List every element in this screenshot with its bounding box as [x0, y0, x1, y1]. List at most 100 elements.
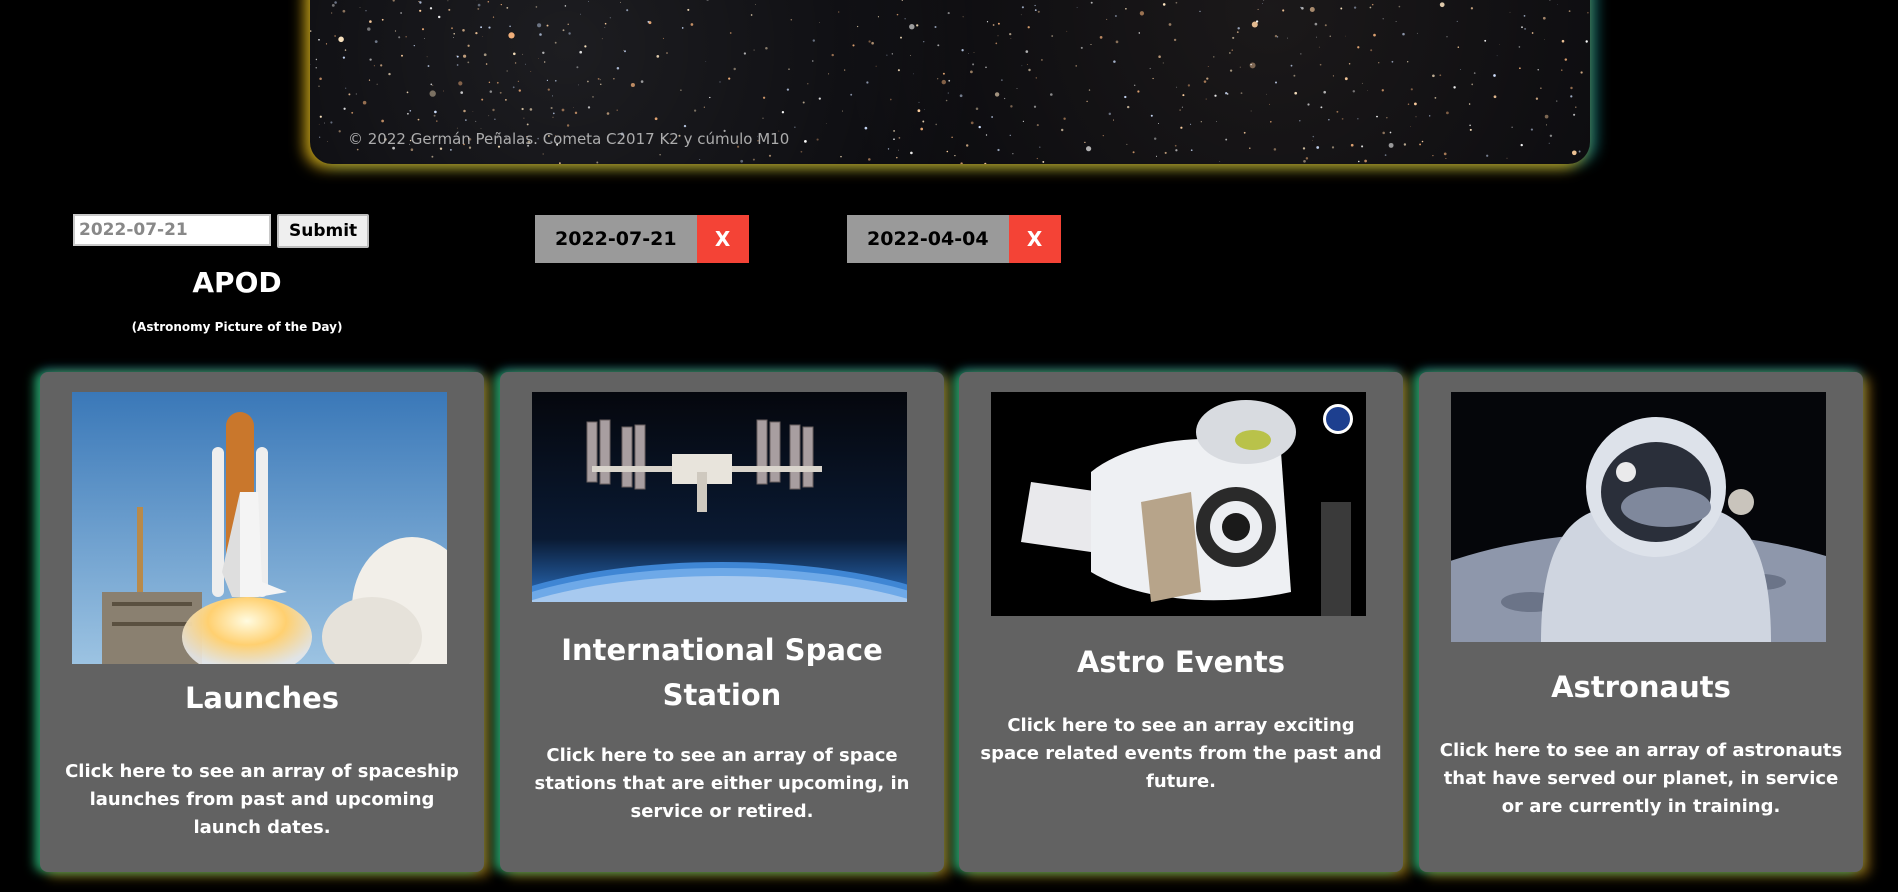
star — [802, 101, 805, 104]
star — [472, 110, 474, 112]
star — [1496, 55, 1498, 57]
star — [1499, 44, 1500, 45]
star — [995, 42, 998, 45]
card-astro-events[interactable]: Astro Events Click here to see an array … — [959, 372, 1403, 872]
star — [706, 0, 709, 1]
star — [1231, 49, 1233, 51]
star — [381, 18, 384, 21]
star — [765, 47, 768, 50]
star — [477, 3, 481, 7]
star — [1190, 149, 1193, 152]
star — [613, 78, 615, 80]
remove-date-button[interactable]: X — [1008, 215, 1061, 263]
star — [1229, 52, 1231, 54]
star — [1080, 46, 1083, 49]
star — [1300, 53, 1302, 55]
star — [1149, 67, 1151, 70]
star — [434, 110, 437, 114]
star — [1033, 105, 1037, 108]
star — [1386, 117, 1388, 119]
saved-date-label[interactable]: 2022-07-21 — [535, 215, 697, 263]
star — [522, 53, 524, 55]
star — [891, 53, 893, 55]
star — [568, 32, 571, 35]
saved-date-chip[interactable]: 2022-04-04 X — [847, 215, 1061, 263]
star — [488, 115, 490, 117]
card-astronauts[interactable]: Astronauts Click here to see an array of… — [1419, 372, 1863, 872]
star — [831, 53, 834, 57]
star — [463, 54, 467, 58]
star — [1137, 90, 1140, 93]
card-launches[interactable]: Launches Click here to see an array of s… — [40, 372, 484, 872]
saved-date-chip[interactable]: 2022-07-21 X — [535, 215, 749, 263]
star — [877, 16, 879, 18]
star — [937, 44, 940, 47]
star — [630, 82, 635, 88]
star — [599, 79, 601, 81]
star — [1523, 15, 1526, 17]
star — [456, 64, 459, 66]
date-input[interactable]: 2022-07-21 — [73, 214, 271, 246]
star — [866, 81, 869, 84]
star — [506, 7, 509, 9]
star — [1585, 40, 1588, 43]
star — [1537, 69, 1539, 71]
star — [1075, 65, 1077, 67]
submit-button[interactable]: Submit — [277, 214, 370, 248]
star — [1361, 82, 1363, 84]
star — [1361, 145, 1364, 148]
star — [841, 110, 844, 112]
star — [790, 19, 793, 21]
star — [1102, 134, 1104, 137]
star — [743, 52, 747, 55]
star — [1232, 36, 1235, 39]
star — [1468, 103, 1471, 105]
star — [922, 120, 925, 123]
star — [1257, 8, 1259, 10]
star — [343, 107, 346, 110]
star — [1114, 14, 1117, 18]
star — [1570, 95, 1573, 98]
star — [1364, 159, 1367, 163]
star — [1439, 74, 1442, 77]
star — [584, 45, 587, 48]
star — [973, 51, 975, 53]
saved-date-label[interactable]: 2022-04-04 — [847, 215, 1009, 263]
star — [530, 70, 532, 72]
star — [1051, 35, 1054, 37]
star — [687, 8, 690, 11]
star — [893, 138, 895, 141]
star — [1484, 39, 1487, 42]
star — [483, 53, 487, 57]
iss-image — [532, 392, 907, 602]
star — [1329, 35, 1331, 37]
star — [513, 52, 516, 56]
apod-image[interactable]: © 2022 Germán Peñalas. Cometa C2017 K2 y… — [310, 0, 1590, 164]
star — [535, 6, 538, 8]
star — [1213, 56, 1215, 58]
star — [1545, 124, 1548, 126]
star — [1112, 119, 1115, 121]
star — [1416, 32, 1418, 34]
star — [868, 40, 871, 43]
star — [1509, 11, 1511, 13]
star — [1520, 143, 1523, 147]
card-description: Click here to see an array of spaceship … — [65, 761, 459, 838]
star — [920, 127, 924, 131]
star — [683, 124, 687, 128]
remove-date-button[interactable]: X — [696, 215, 749, 263]
star — [467, 44, 470, 47]
star — [681, 27, 684, 29]
star — [499, 91, 502, 94]
star — [517, 80, 520, 83]
card-iss[interactable]: International Space Station Click here t… — [500, 372, 944, 872]
star — [1384, 154, 1387, 156]
star — [965, 144, 969, 147]
star — [453, 32, 455, 35]
star — [1391, 60, 1394, 63]
star — [465, 119, 467, 121]
star — [1179, 109, 1181, 111]
star — [1549, 0, 1551, 1]
star — [1348, 62, 1351, 65]
star — [909, 23, 915, 30]
